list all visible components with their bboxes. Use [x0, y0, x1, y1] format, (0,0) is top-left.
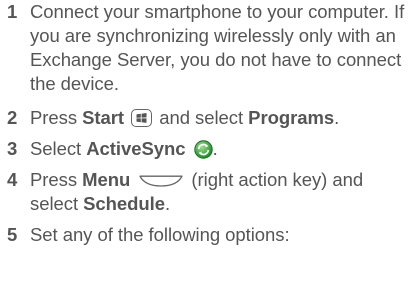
step-text-pre: Press	[30, 107, 83, 128]
start-label: Start	[82, 107, 125, 128]
schedule-label: Schedule	[83, 193, 165, 214]
step-1: 1 Connect your smartphone to your comput…	[0, 0, 411, 96]
step-5: 5 Set any of the following options:	[0, 223, 411, 247]
step-text: Connect your smartphone to your computer…	[30, 1, 405, 94]
step-number: 5	[7, 224, 18, 245]
step-2: 2 Press Start and select Programs.	[0, 106, 411, 130]
activesync-label: ActiveSync	[86, 138, 186, 159]
activesync-icon	[193, 140, 213, 159]
step-text: Set any of the following options:	[30, 224, 290, 245]
menu-label: Menu	[82, 169, 131, 190]
step-number: 1	[7, 1, 18, 22]
step-text-pre: Press	[30, 169, 83, 190]
right-action-key-icon	[139, 175, 183, 187]
step-text-pre: Select	[30, 138, 87, 159]
instruction-steps: 1 Connect your smartphone to your comput…	[0, 0, 411, 247]
step-number: 2	[7, 107, 18, 128]
step-3: 3 Select ActiveSync .	[0, 137, 411, 161]
step-4: 4 Press Menu (right action key) and sele…	[0, 168, 411, 216]
step-number: 3	[7, 138, 18, 159]
step-number: 4	[7, 169, 18, 190]
windows-start-icon	[131, 109, 153, 127]
step-text-mid: and select	[154, 107, 249, 128]
step-text-post: .	[334, 107, 340, 128]
step-text-post: .	[164, 193, 171, 214]
step-text-post: .	[212, 138, 218, 159]
programs-label: Programs	[248, 107, 335, 128]
